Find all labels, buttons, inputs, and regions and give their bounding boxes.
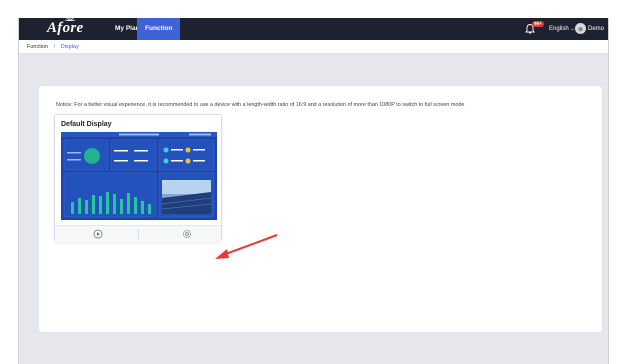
display-card[interactable]: Default Display bbox=[54, 114, 222, 242]
gear-icon[interactable] bbox=[182, 229, 192, 239]
breadcrumb-display: Display bbox=[60, 44, 79, 50]
logo-sun-icon bbox=[64, 18, 76, 21]
red-arrow-annotation bbox=[215, 234, 278, 259]
dashboard-preview[interactable] bbox=[61, 132, 217, 220]
notice-text: Notice: For a better visual experience, … bbox=[56, 102, 465, 108]
chevron-down-icon: ⌄ bbox=[570, 26, 575, 32]
card-title: Default Display bbox=[61, 121, 112, 128]
display-panel: Notice: For a better visual experience, … bbox=[39, 86, 602, 332]
nav-function[interactable]: Function bbox=[137, 18, 181, 40]
footer-divider bbox=[138, 229, 139, 240]
user-name[interactable]: Demo bbox=[588, 18, 604, 40]
breadcrumb: Function / Display bbox=[19, 40, 608, 54]
avatar[interactable] bbox=[575, 23, 586, 34]
breadcrumb-separator: / bbox=[53, 44, 56, 50]
language-selector[interactable]: English ⌄ bbox=[549, 18, 575, 40]
user-avatar-icon bbox=[577, 27, 584, 34]
afore-logo[interactable]: Afore bbox=[47, 20, 84, 37]
dashboard-preview-image bbox=[61, 132, 217, 220]
play-icon[interactable] bbox=[93, 229, 103, 239]
notification-badge: 99+ bbox=[532, 21, 544, 27]
logo-text: Afore bbox=[47, 20, 84, 36]
card-footer bbox=[55, 225, 221, 242]
top-navigation-bar: Afore My Plant Function 99+ English ⌄ De… bbox=[19, 18, 608, 40]
language-label: English bbox=[549, 26, 569, 32]
breadcrumb-function[interactable]: Function bbox=[27, 44, 48, 50]
app-frame: Afore My Plant Function 99+ English ⌄ De… bbox=[18, 18, 609, 364]
